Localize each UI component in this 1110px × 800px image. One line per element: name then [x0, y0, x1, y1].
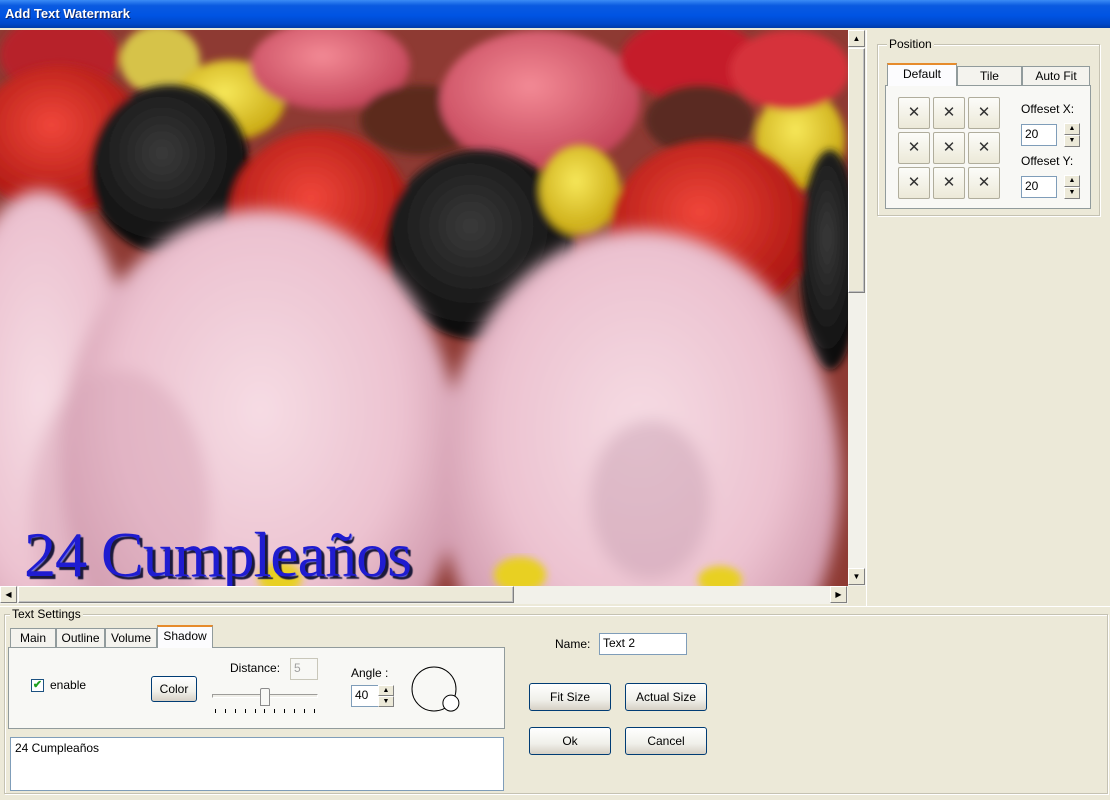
image-preview[interactable]: 24 Cumpleaños [0, 30, 848, 586]
tab-tile[interactable]: Tile [957, 66, 1022, 86]
actual-size-button[interactable]: Actual Size [625, 683, 707, 711]
angle-spinner[interactable]: ▲ ▼ [378, 685, 394, 707]
x-icon: ✕ [977, 139, 991, 156]
name-input[interactable]: Text 2 [599, 633, 687, 655]
spin-up-icon[interactable]: ▲ [378, 685, 394, 696]
position-bottom-left-button[interactable]: ✕ [898, 167, 930, 199]
tab-default[interactable]: Default [887, 63, 957, 86]
x-icon: ✕ [907, 139, 921, 156]
arrow-left-icon: ◀ [5, 590, 12, 599]
check-icon: ✔ [32, 679, 43, 691]
angle-dial[interactable] [410, 665, 462, 717]
offset-x-spinner[interactable]: ▲ ▼ [1064, 123, 1080, 147]
scroll-left-button[interactable]: ◀ [0, 586, 17, 603]
text-settings-label: Text Settings [10, 607, 83, 621]
enable-shadow-checkbox[interactable]: ✔ [31, 679, 44, 692]
tab-shadow-label: Shadow [163, 629, 207, 643]
x-icon: ✕ [977, 104, 991, 121]
vertical-scroll-thumb[interactable] [848, 48, 865, 293]
arrow-down-icon: ▼ [852, 572, 861, 581]
watermark-overlay-text[interactable]: 24 Cumpleaños [24, 518, 412, 586]
scroll-down-button[interactable]: ▼ [848, 568, 865, 585]
x-icon: ✕ [942, 139, 956, 156]
offset-y-spinner[interactable]: ▲ ▼ [1064, 175, 1080, 199]
angle-label: Angle : [351, 666, 389, 680]
position-top-right-button[interactable]: ✕ [968, 97, 1000, 129]
position-middle-left-button[interactable]: ✕ [898, 132, 930, 164]
x-icon: ✕ [907, 104, 921, 121]
x-icon: ✕ [942, 104, 956, 121]
tab-outline[interactable]: Outline [56, 628, 105, 648]
arrow-right-icon: ▶ [835, 590, 842, 599]
scroll-up-button[interactable]: ▲ [848, 30, 865, 47]
ok-label: Ok [562, 734, 578, 748]
fit-size-label: Fit Size [549, 690, 590, 704]
tab-outline-label: Outline [61, 631, 100, 645]
offset-x-input[interactable]: 20 [1021, 124, 1057, 146]
spin-up-icon[interactable]: ▲ [1064, 175, 1080, 187]
tab-auto-fit-label: Auto Fit [1035, 69, 1077, 83]
position-center-button[interactable]: ✕ [933, 132, 965, 164]
tab-volume-label: Volume [110, 631, 152, 645]
distance-slider-ticks [215, 709, 315, 713]
spin-down-icon[interactable]: ▼ [1064, 135, 1080, 147]
distance-slider-thumb[interactable] [260, 688, 270, 706]
horizontal-scroll-thumb[interactable] [18, 586, 514, 603]
shadow-color-button[interactable]: Color [151, 676, 197, 702]
ok-button[interactable]: Ok [529, 727, 611, 755]
position-top-left-button[interactable]: ✕ [898, 97, 930, 129]
preview-vertical-scrollbar[interactable]: ▲ ▼ [848, 30, 866, 586]
candy-photo [0, 30, 848, 586]
angle-input[interactable]: 40 [351, 685, 379, 707]
position-bottom-right-button[interactable]: ✕ [968, 167, 1000, 199]
preview-horizontal-scrollbar[interactable]: ◀ ▶ [0, 586, 848, 604]
name-label: Name: [555, 637, 591, 651]
x-icon: ✕ [907, 174, 921, 191]
offset-y-label: Offeset Y: [1021, 154, 1074, 168]
enable-label: enable [50, 678, 87, 692]
x-icon: ✕ [977, 174, 991, 191]
window-title: Add Text Watermark [5, 6, 130, 21]
x-icon: ✕ [942, 174, 956, 191]
fit-size-button[interactable]: Fit Size [529, 683, 611, 711]
scroll-right-button[interactable]: ▶ [830, 586, 847, 603]
spin-down-icon[interactable]: ▼ [378, 696, 394, 707]
position-group-label: Position [887, 37, 934, 51]
distance-input[interactable]: 5 [290, 658, 318, 680]
tab-default-label: Default [902, 67, 942, 81]
tab-volume[interactable]: Volume [105, 628, 157, 648]
spin-up-icon[interactable]: ▲ [1064, 123, 1080, 135]
tab-shadow[interactable]: Shadow [157, 625, 213, 648]
tab-auto-fit[interactable]: Auto Fit [1022, 66, 1090, 86]
tab-main[interactable]: Main [10, 628, 56, 648]
title-bar: Add Text Watermark [0, 0, 1110, 28]
arrow-up-icon: ▲ [852, 34, 861, 43]
actual-size-label: Actual Size [635, 690, 697, 704]
position-top-center-button[interactable]: ✕ [933, 97, 965, 129]
cancel-button[interactable]: Cancel [625, 727, 707, 755]
watermark-text-area[interactable]: 24 Cumpleaños [10, 737, 504, 791]
watermark-text-content: 24 Cumpleaños [15, 741, 100, 755]
color-button-label: Color [159, 682, 189, 696]
angle-dial-knob[interactable] [442, 694, 460, 712]
offset-x-label: Offeset X: [1021, 102, 1075, 116]
spin-down-icon[interactable]: ▼ [1064, 187, 1080, 199]
position-bottom-center-button[interactable]: ✕ [933, 167, 965, 199]
tab-main-label: Main [19, 631, 46, 645]
tab-tile-label: Tile [980, 69, 999, 83]
cancel-label: Cancel [647, 734, 685, 748]
offset-y-input[interactable]: 20 [1021, 176, 1057, 198]
position-middle-right-button[interactable]: ✕ [968, 132, 1000, 164]
distance-label: Distance: [230, 661, 281, 675]
